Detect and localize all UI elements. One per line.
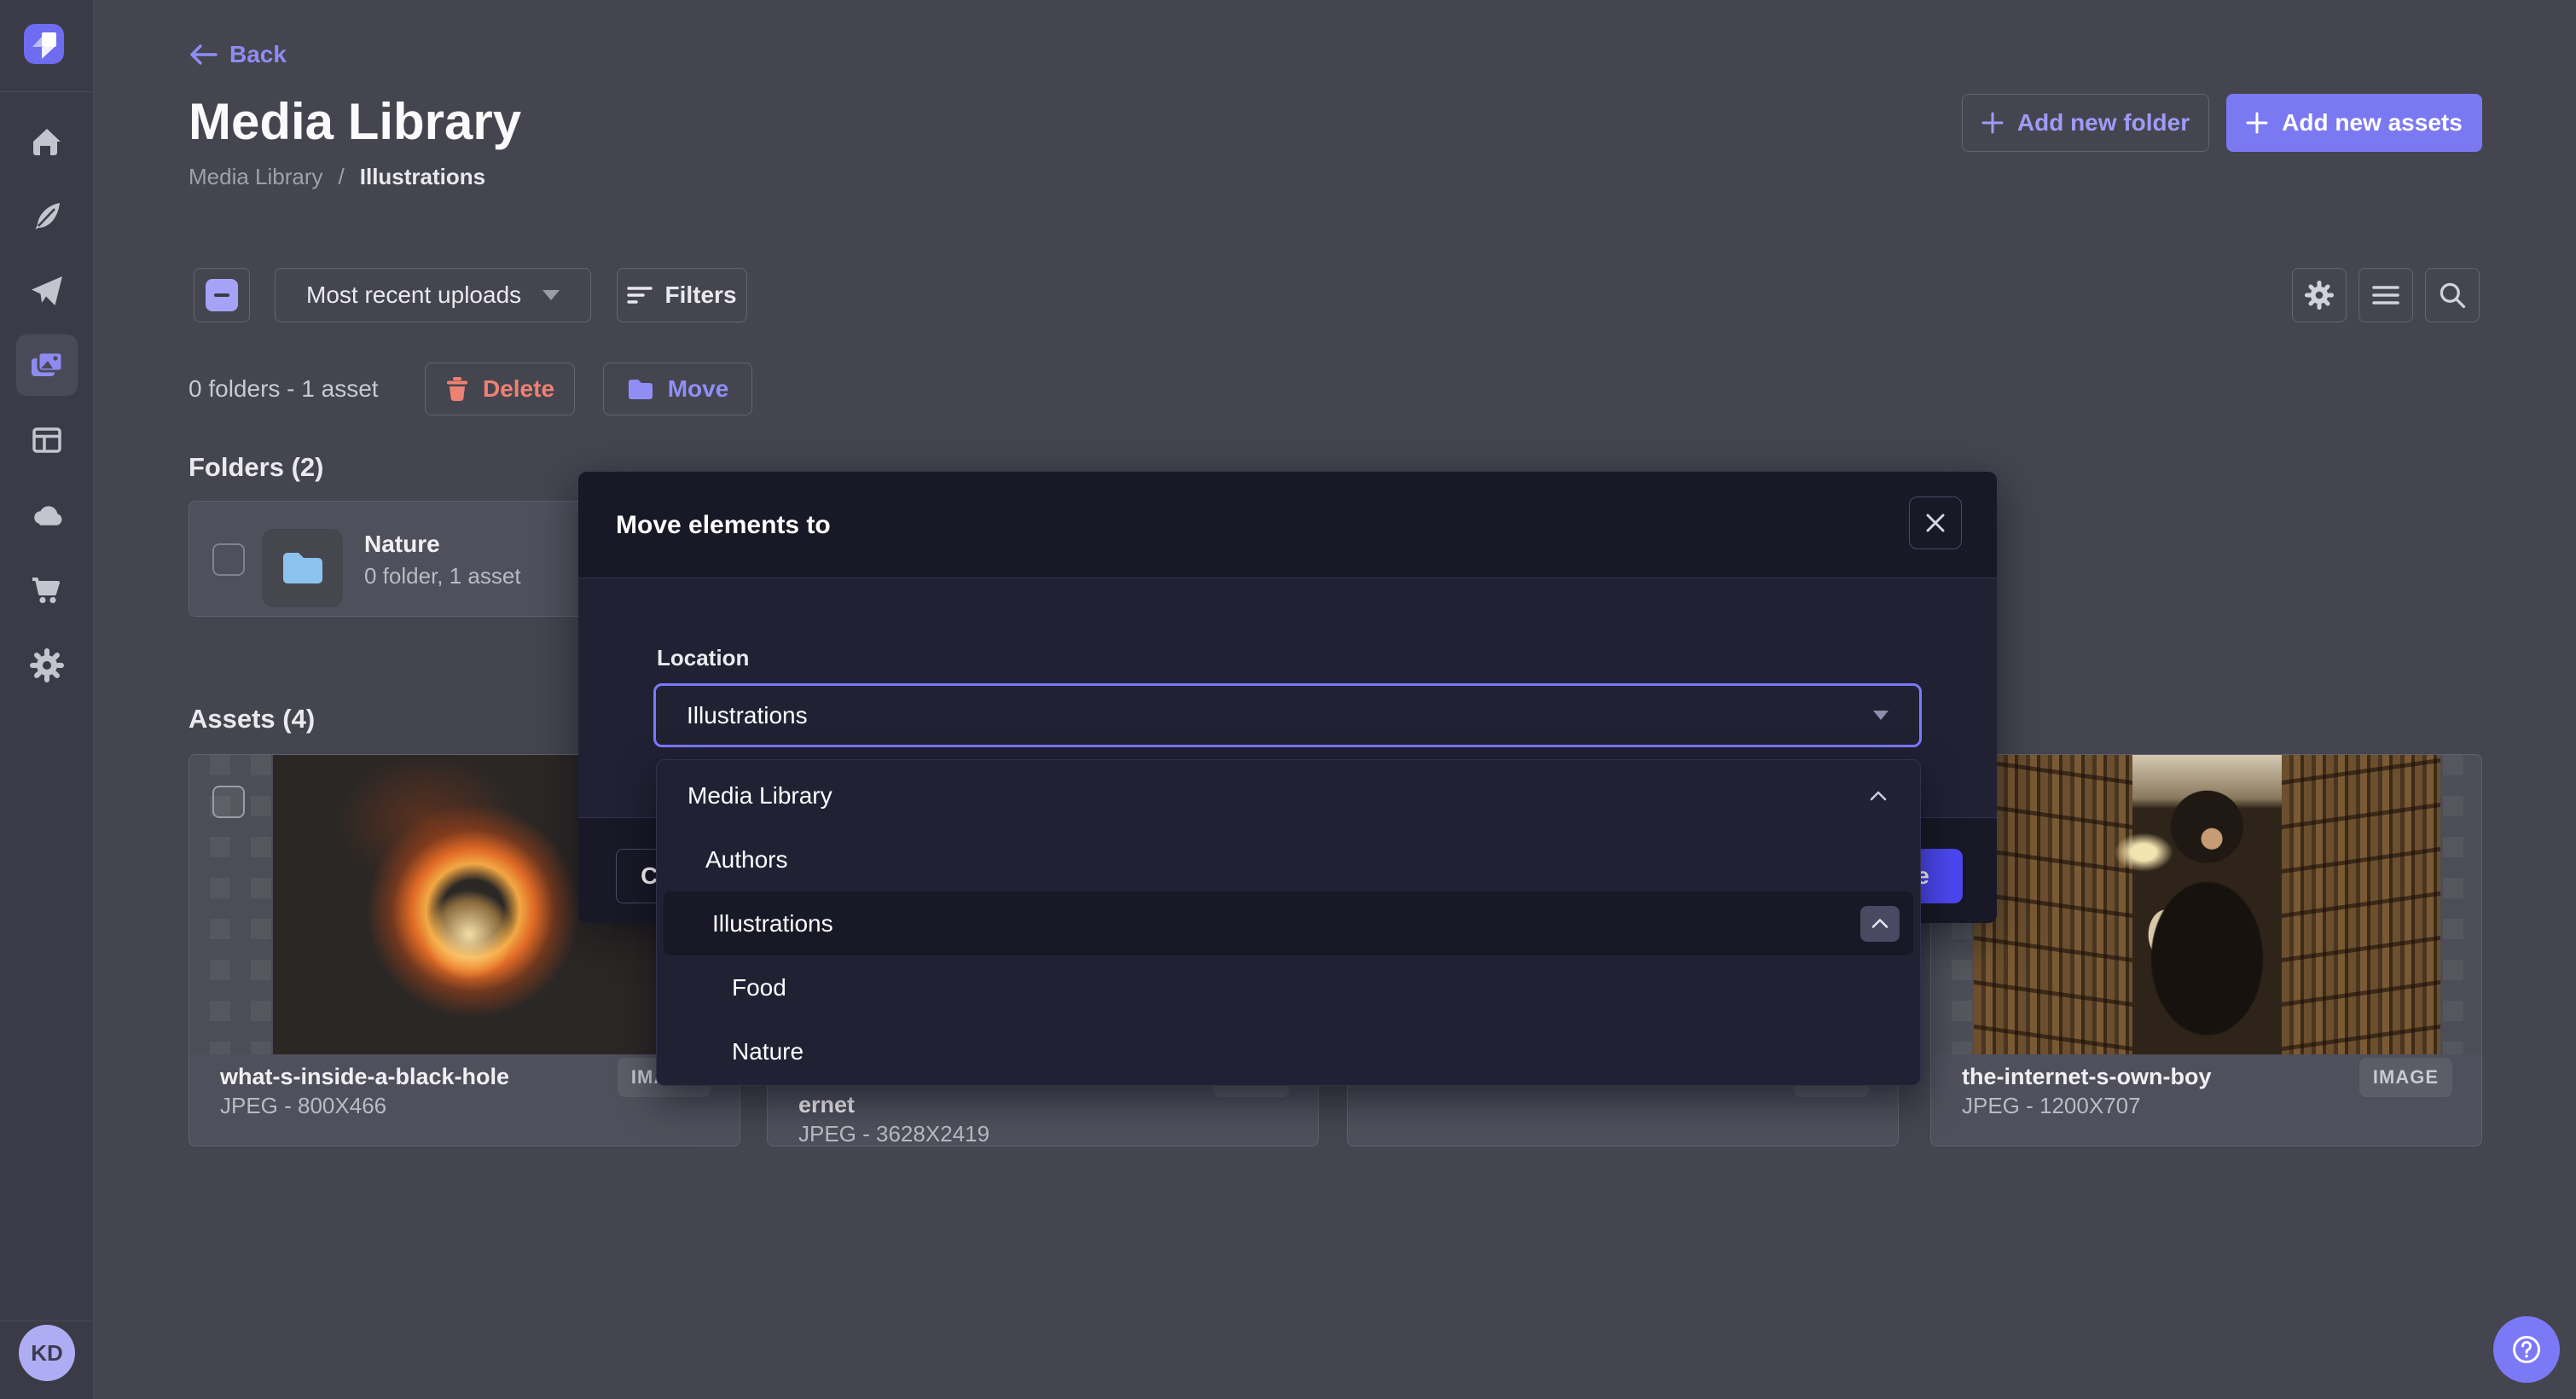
folder-icon-box (262, 529, 343, 607)
chevron-up-icon[interactable] (1867, 787, 1889, 805)
folder-meta: 0 folder, 1 asset (364, 563, 521, 589)
dropdown-option-illustrations[interactable]: Illustrations (664, 891, 1913, 955)
modal-title: Move elements to (616, 511, 831, 540)
delete-label: Delete (483, 375, 554, 403)
sort-select[interactable]: Most recent uploads (275, 268, 591, 322)
dropdown-option-label: Nature (732, 1038, 804, 1065)
folder-icon (281, 549, 325, 587)
location-label: Location (657, 645, 749, 671)
add-new-assets-label: Add new assets (2282, 109, 2463, 136)
sort-value: Most recent uploads (306, 282, 521, 309)
plus-icon (2246, 112, 2268, 134)
sidebar-item-cloud[interactable] (16, 485, 78, 546)
dropdown-option-label: Media Library (688, 782, 833, 810)
checkbox-indeterminate (206, 279, 238, 311)
layout-icon (28, 421, 66, 459)
list-icon (2371, 283, 2400, 307)
add-new-folder-label: Add new folder (2017, 109, 2190, 136)
send-icon (28, 272, 66, 310)
back-label: Back (229, 41, 287, 68)
move-button[interactable]: Move (603, 363, 752, 415)
chevron-up-icon (1870, 915, 1890, 932)
sidebar-item-purchases[interactable] (16, 560, 78, 621)
cart-icon (28, 572, 66, 609)
close-icon (1924, 512, 1947, 534)
breadcrumb-separator: / (339, 164, 345, 190)
filters-button[interactable]: Filters (617, 268, 747, 322)
asset-meta: JPEG - 3628X2419 (798, 1121, 1287, 1146)
asset-checkbox[interactable] (212, 786, 245, 818)
location-value: Illustrations (687, 702, 808, 729)
media-library-icon (27, 345, 67, 385)
sidebar: KD (0, 0, 94, 1399)
dropdown-option-label: Authors (705, 846, 788, 874)
filters-label: Filters (664, 282, 736, 309)
settings-icon (2302, 278, 2336, 312)
back-link[interactable]: Back (189, 41, 287, 68)
filter-icon (627, 284, 653, 306)
folder-icon (627, 377, 654, 401)
sidebar-item-home[interactable] (16, 111, 78, 172)
move-label: Move (668, 375, 729, 403)
app-root: KD Back Media Library Media Library / Il… (0, 0, 2576, 1399)
add-new-folder-button[interactable]: Add new folder (1962, 94, 2209, 152)
dropdown-option-nature[interactable]: Nature (657, 1019, 1920, 1083)
sidebar-item-content[interactable] (16, 185, 78, 247)
sidebar-item-media-library[interactable] (16, 334, 78, 396)
sidebar-item-releases[interactable] (16, 260, 78, 322)
collapse-folder-button[interactable] (1860, 906, 1900, 942)
breadcrumb: Media Library / Illustrations (189, 164, 485, 190)
sidebar-divider-top (0, 91, 94, 92)
dropdown-option-media-library[interactable]: Media Library (657, 763, 1920, 827)
dropdown-option-label: Illustrations (712, 910, 833, 938)
add-new-assets-button[interactable]: Add new assets (2226, 94, 2482, 152)
asset-thumbnail (1931, 755, 2481, 1054)
view-settings-button[interactable] (2292, 268, 2347, 322)
location-combobox[interactable]: Illustrations (653, 683, 1922, 747)
selection-summary: 0 folders - 1 asset (189, 375, 379, 403)
home-icon (28, 123, 66, 160)
modal-header: Move elements to (578, 472, 1997, 578)
folder-name: Nature (364, 531, 440, 558)
assets-heading: Assets (4) (189, 704, 315, 734)
select-all-checkbox[interactable] (194, 268, 250, 322)
folder-checkbox[interactable] (212, 543, 245, 576)
chevron-down-icon (542, 290, 560, 300)
asset-name: ernet (798, 1091, 1287, 1119)
page-title: Media Library (189, 92, 521, 151)
dropdown-option-authors[interactable]: Authors (657, 827, 1920, 891)
library-photo (1974, 755, 2440, 1054)
breadcrumb-current: Illustrations (360, 164, 485, 190)
search-icon (2437, 280, 2468, 311)
arrow-left-icon (189, 43, 218, 67)
sidebar-item-settings[interactable] (16, 635, 78, 696)
folders-heading: Folders (2) (189, 452, 323, 483)
help-button[interactable] (2493, 1316, 2560, 1383)
avatar-initials: KD (31, 1340, 63, 1367)
avatar[interactable]: KD (19, 1325, 75, 1381)
dropdown-option-label: Food (732, 974, 786, 1001)
location-dropdown: Media Library Authors Illustrations Food… (656, 759, 1921, 1086)
cloud-icon (28, 496, 66, 534)
search-button[interactable] (2425, 268, 2480, 322)
delete-button[interactable]: Delete (425, 363, 575, 415)
settings-icon (28, 647, 66, 684)
dropdown-option-food[interactable]: Food (657, 955, 1920, 1019)
strapi-logo[interactable] (24, 24, 64, 64)
asset-card[interactable]: the-internet-s-own-boy JPEG - 1200X707 I… (1930, 754, 2482, 1146)
close-button[interactable] (1909, 496, 1962, 549)
question-mark-icon (2509, 1332, 2544, 1367)
sidebar-item-webtools[interactable] (16, 409, 78, 471)
breadcrumb-parent[interactable]: Media Library (189, 164, 323, 190)
strapi-logo-icon (24, 24, 64, 64)
plus-icon (1981, 112, 2004, 134)
trash-icon (445, 376, 469, 402)
asset-type-badge: IMAGE (2359, 1058, 2452, 1097)
feather-icon (28, 197, 66, 235)
chevron-down-icon (1873, 711, 1888, 720)
list-view-button[interactable] (2358, 268, 2413, 322)
